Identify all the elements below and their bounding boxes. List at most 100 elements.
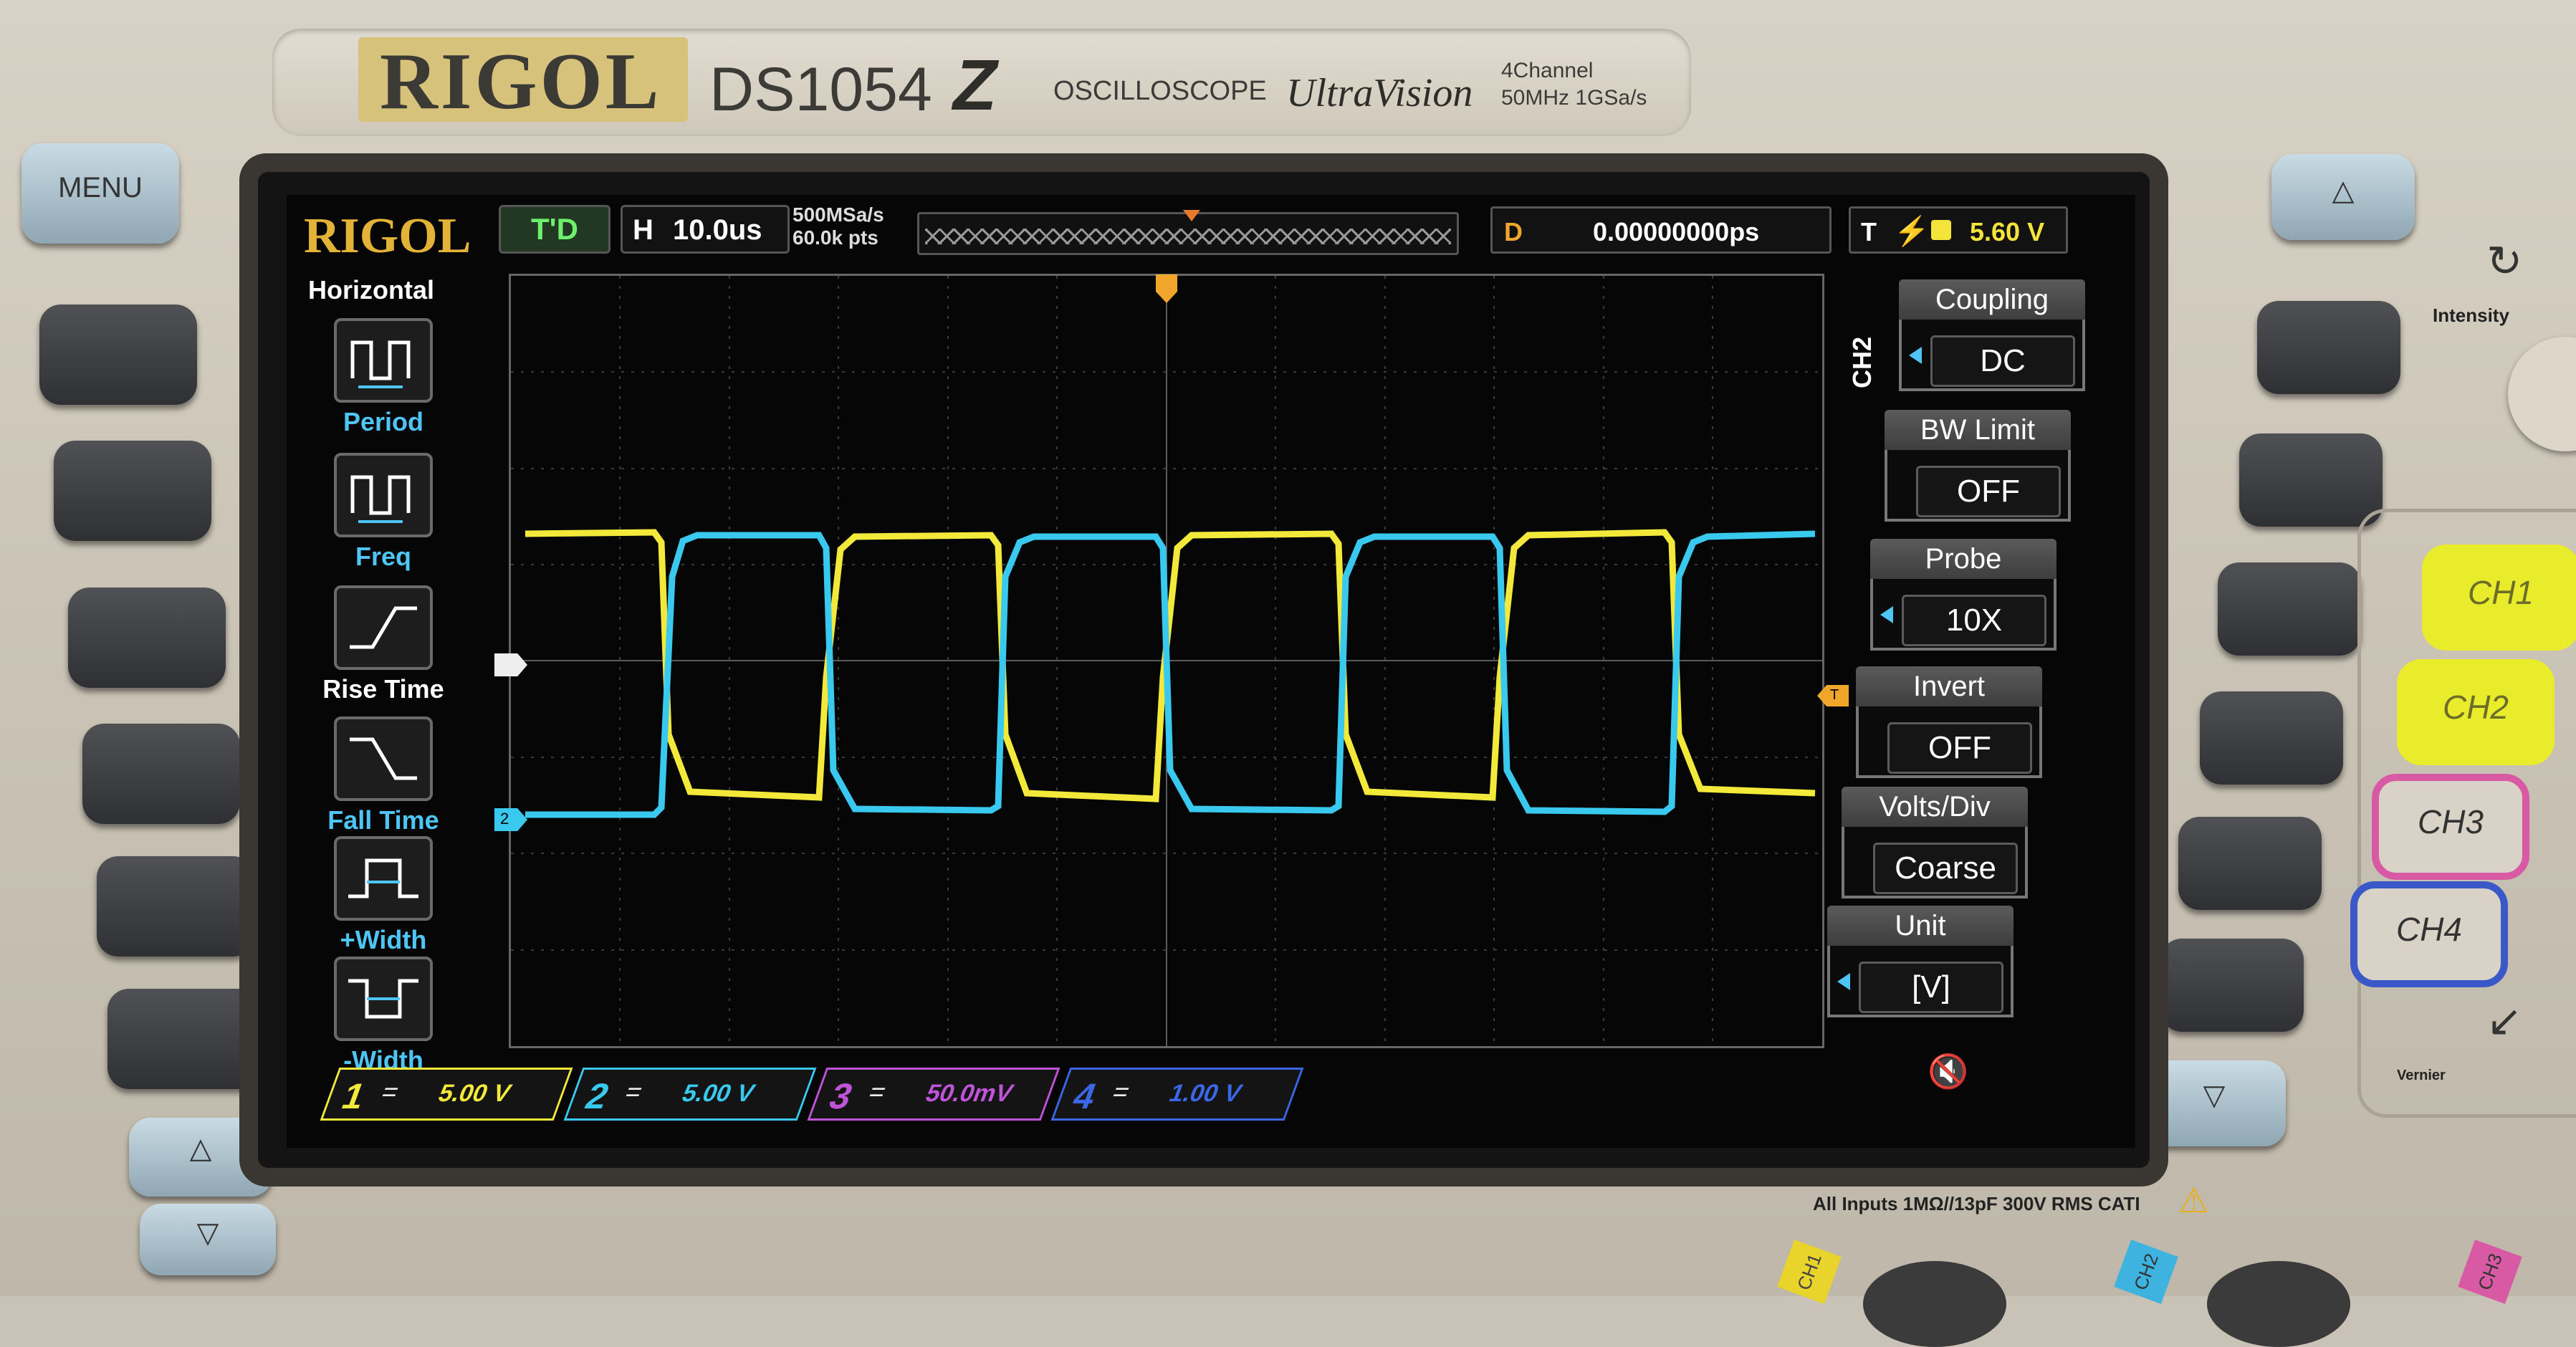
trigger-position-icon (1183, 210, 1200, 221)
ch3-number: 3 (823, 1076, 858, 1116)
freq-label: Freq (355, 542, 411, 571)
bnc-ch1-connector[interactable] (1863, 1261, 2006, 1347)
softkey-left-3[interactable] (68, 588, 226, 688)
graticule (511, 276, 1822, 1046)
measure-rise-time[interactable]: Rise Time (322, 585, 444, 704)
menu-up-button[interactable]: △ (129, 1118, 272, 1197)
invert-value: OFF (1887, 722, 2032, 774)
intensity-label: Intensity (2433, 305, 2509, 326)
ch2-trace (525, 530, 1816, 818)
memory-overview-bar (917, 210, 1459, 255)
vernier-arrow-icon: ↙ (2486, 997, 2523, 1045)
ch2-scale: 5.00 V (678, 1080, 759, 1107)
trigger-level: 5.60 V (1970, 217, 2045, 246)
spec-channels: 4Channel (1501, 59, 1594, 82)
ch4-scale-tag[interactable]: 4 = 1.00 V (1050, 1068, 1304, 1121)
probe-menu[interactable]: Probe 10X (1870, 539, 2057, 651)
measure-neg-width[interactable]: -Width (322, 957, 444, 1075)
period-icon (334, 318, 433, 403)
unit-menu[interactable]: Unit [V] (1827, 906, 2014, 1017)
rise-time-label: Rise Time (322, 674, 444, 704)
ch1-scale: 5.00 V (434, 1080, 515, 1107)
warning-icon: ⚠ (2178, 1182, 2210, 1220)
volts-div-value: Coarse (1873, 843, 2018, 894)
screen-logo: RIGOL (304, 208, 471, 264)
ch3-scale: 50.0mV (921, 1080, 1018, 1107)
freq-icon (334, 453, 433, 537)
menu-down-button[interactable]: ▽ (140, 1204, 276, 1275)
timebase-readout: H 10.0us (621, 205, 790, 254)
volts-div-menu[interactable]: Volts/Div Coarse (1842, 787, 2028, 898)
bw-limit-value: OFF (1916, 466, 2061, 517)
coupling-value: DC (1930, 335, 2075, 387)
softkey-right-2[interactable] (2239, 433, 2383, 527)
timebase-key: H (633, 214, 653, 246)
product-type: OSCILLOSCOPE (1053, 76, 1267, 106)
softkey-left-1[interactable] (39, 305, 197, 405)
softkey-right-6[interactable] (2160, 939, 2304, 1032)
softkey-right-5[interactable] (2178, 817, 2322, 910)
rise-time-icon (334, 585, 433, 670)
softkey-right-4[interactable] (2200, 691, 2343, 785)
input-spec: All Inputs 1MΩ//13pF 300V RMS CATI (1813, 1193, 2140, 1214)
intensity-knob[interactable] (2508, 337, 2576, 451)
select-arrow-icon (1837, 973, 1850, 990)
invert-menu[interactable]: Invert OFF (1856, 666, 2042, 778)
ch2-button[interactable]: CH2 (2397, 659, 2555, 765)
fall-time-label: Fall Time (327, 805, 439, 835)
bnc-ch3-label: CH3 (2458, 1240, 2522, 1304)
softkey-left-5[interactable] (97, 856, 254, 957)
brand-logo: RIGOL (380, 37, 662, 126)
run-state-indicator: T'D (499, 205, 611, 254)
ch3-scale-tag[interactable]: 3 = 50.0mV (807, 1068, 1060, 1121)
rising-edge-icon: ⚡ (1894, 216, 1930, 247)
delay-key: D (1504, 217, 1523, 246)
ch4-button[interactable]: CH4 (2350, 881, 2508, 987)
bnc-ch2-connector[interactable] (2207, 1261, 2350, 1347)
ch2-scale-tag[interactable]: 2 = 5.00 V (563, 1068, 817, 1121)
menu-channel-label: CH2 (1847, 336, 1877, 388)
trigger-key: T (1861, 217, 1877, 246)
ch2-coupling-icon: = (621, 1077, 647, 1106)
select-arrow-icon (1909, 347, 1922, 364)
measure-fall-time[interactable]: Fall Time (322, 716, 444, 835)
neg-width-icon (334, 957, 433, 1041)
softkey-right-3[interactable] (2218, 562, 2361, 656)
page-up-button[interactable]: △ (2271, 154, 2415, 240)
fall-time-icon (334, 716, 433, 801)
sound-mute-icon[interactable]: 🔇 (1928, 1052, 1968, 1091)
softkey-left-6[interactable] (107, 989, 265, 1089)
invert-header: Invert (1856, 666, 2042, 706)
delay-readout: D 0.00000000ps (1490, 206, 1832, 254)
acquisition-info: 500MSa/s 60.0k pts (793, 203, 884, 249)
menu-button[interactable]: MENU (21, 143, 179, 244)
intensity-knob-arrow-icon: ↻ (2486, 237, 2523, 285)
trigger-readout: T ⚡ 5.60 V (1849, 206, 2068, 254)
ch1-button[interactable]: CH1 (2422, 545, 2576, 651)
ch2-number: 2 (580, 1076, 615, 1116)
softkey-left-4[interactable] (82, 724, 240, 824)
page-down-button[interactable]: ▽ (2142, 1060, 2286, 1146)
volts-div-header: Volts/Div (1842, 787, 2028, 827)
softkey-right-1[interactable] (2257, 301, 2400, 394)
unit-value: [V] (1859, 962, 2003, 1013)
measure-pos-width[interactable]: +Width (322, 836, 444, 955)
spec-bandwidth: 50MHz 1GSa/s (1501, 86, 1647, 110)
ch3-button[interactable]: CH3 (2372, 774, 2529, 880)
bw-limit-header: BW Limit (1885, 410, 2071, 450)
bw-limit-menu[interactable]: BW Limit OFF (1885, 410, 2071, 522)
unit-header: Unit (1827, 906, 2014, 946)
timebase-value: 10.0us (673, 214, 762, 246)
ch3-coupling-icon: = (864, 1077, 891, 1106)
ch1-scale-tag[interactable]: 1 = 5.00 V (320, 1068, 573, 1121)
coupling-menu[interactable]: Coupling DC (1899, 279, 2085, 391)
measure-freq[interactable]: Freq (322, 453, 444, 572)
memory-waveform-preview (925, 229, 1451, 244)
ch4-scale: 1.00 V (1165, 1080, 1246, 1107)
bnc-ch1-label: CH1 (1777, 1240, 1842, 1304)
softkey-left-2[interactable] (54, 441, 211, 541)
model-number: DS1054 (709, 55, 932, 124)
sample-rate: 500MSa/s (793, 203, 884, 226)
delay-value: 0.00000000ps (1593, 217, 1760, 246)
measure-period[interactable]: Period (322, 318, 444, 437)
